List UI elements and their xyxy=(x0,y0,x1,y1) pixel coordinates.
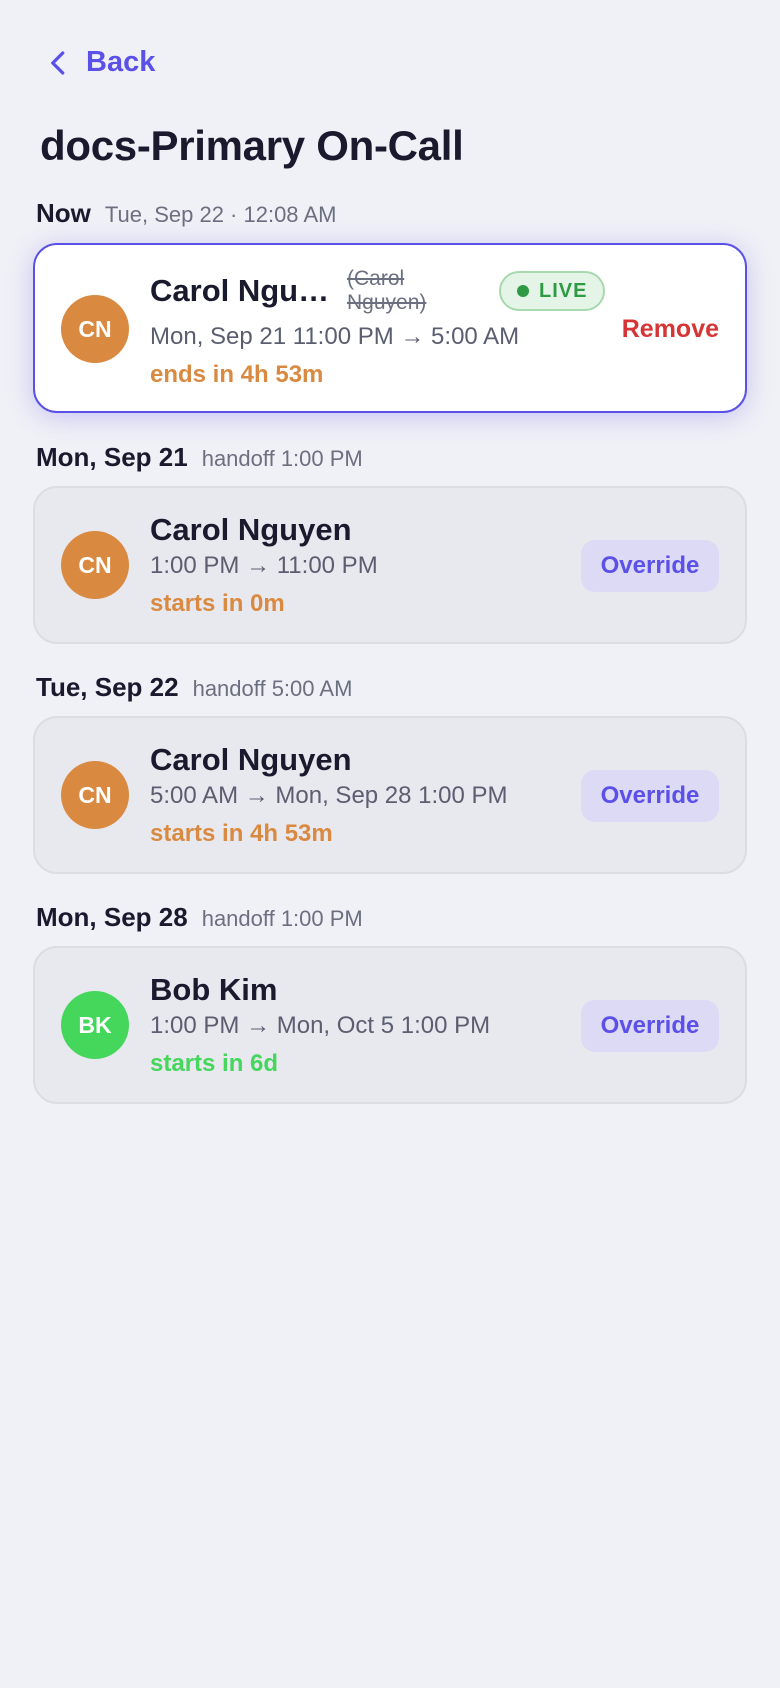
oncall-name: Bob Kim xyxy=(150,972,278,1007)
current-timestamp: Tue, Sep 22 · 12:08 AM xyxy=(104,202,337,227)
handoff-time: handoff 5:00 AM xyxy=(192,676,353,701)
back-button[interactable]: Back xyxy=(44,46,155,79)
avatar: BK xyxy=(61,991,129,1059)
live-badge: LIVE xyxy=(499,271,606,311)
current-shift-card: CN Carol Ngu… (Carol Nguyen) LIVE Mon, S… xyxy=(33,243,747,413)
arrow-icon: → xyxy=(244,782,269,809)
arrow-icon: → xyxy=(246,1012,271,1039)
override-button[interactable]: Override xyxy=(581,1000,719,1052)
shift-card: BK Bob Kim 1:00 PM → Mon, Oct 5 1:00 PM … xyxy=(33,946,747,1104)
schedule-section-header: Mon, Sep 28 handoff 1:00 PM xyxy=(36,902,363,933)
shift-card: CN Carol Nguyen 5:00 AM → Mon, Sep 28 1:… xyxy=(33,716,747,874)
live-dot-icon xyxy=(517,285,529,297)
schedule-section-header: Tue, Sep 22 handoff 5:00 AM xyxy=(36,672,352,703)
chevron-left-icon xyxy=(51,50,65,75)
handoff-time: handoff 1:00 PM xyxy=(201,446,363,471)
live-label: LIVE xyxy=(539,279,588,302)
section-date: Tue, Sep 22 xyxy=(36,672,179,702)
shift-time-range: 1:00 PM → Mon, Oct 5 1:00 PM xyxy=(150,1012,491,1039)
page-title: docs-Primary On-Call xyxy=(40,122,464,169)
relative-time: starts in 4h 53m xyxy=(150,820,333,847)
relative-time: ends in 4h 53m xyxy=(150,361,324,388)
arrow-icon: → xyxy=(246,552,271,579)
section-date: Mon, Sep 28 xyxy=(36,902,188,932)
shift-time-range: 5:00 AM → Mon, Sep 28 1:00 PM xyxy=(150,782,508,809)
shift-time-range: Mon, Sep 21 11:00 PM → 5:00 AM xyxy=(150,323,520,350)
section-date: Mon, Sep 21 xyxy=(36,442,188,472)
original-assignee: (Carol Nguyen) xyxy=(347,267,427,314)
oncall-name: Carol Ngu… xyxy=(150,273,330,308)
now-section-header: Now Tue, Sep 22 · 12:08 AM xyxy=(36,198,336,229)
relative-time: starts in 0m xyxy=(150,590,285,617)
schedule-section-header: Mon, Sep 21 handoff 1:00 PM xyxy=(36,442,363,473)
relative-time: starts in 6d xyxy=(150,1050,279,1077)
avatar: CN xyxy=(61,761,129,829)
handoff-time: handoff 1:00 PM xyxy=(201,906,363,931)
shift-card: CN Carol Nguyen 1:00 PM → 11:00 PM start… xyxy=(33,486,747,644)
back-label: Back xyxy=(86,46,156,78)
override-button[interactable]: Override xyxy=(581,540,719,592)
avatar: CN xyxy=(61,531,129,599)
avatar: CN xyxy=(61,295,129,363)
section-label: Now xyxy=(36,198,91,228)
oncall-name: Carol Nguyen xyxy=(150,742,352,777)
oncall-name: Carol Nguyen xyxy=(150,512,352,547)
shift-time-range: 1:00 PM → 11:00 PM xyxy=(150,552,378,579)
arrow-icon: → xyxy=(400,323,425,350)
override-button[interactable]: Override xyxy=(581,770,719,822)
remove-button[interactable]: Remove xyxy=(622,315,719,344)
